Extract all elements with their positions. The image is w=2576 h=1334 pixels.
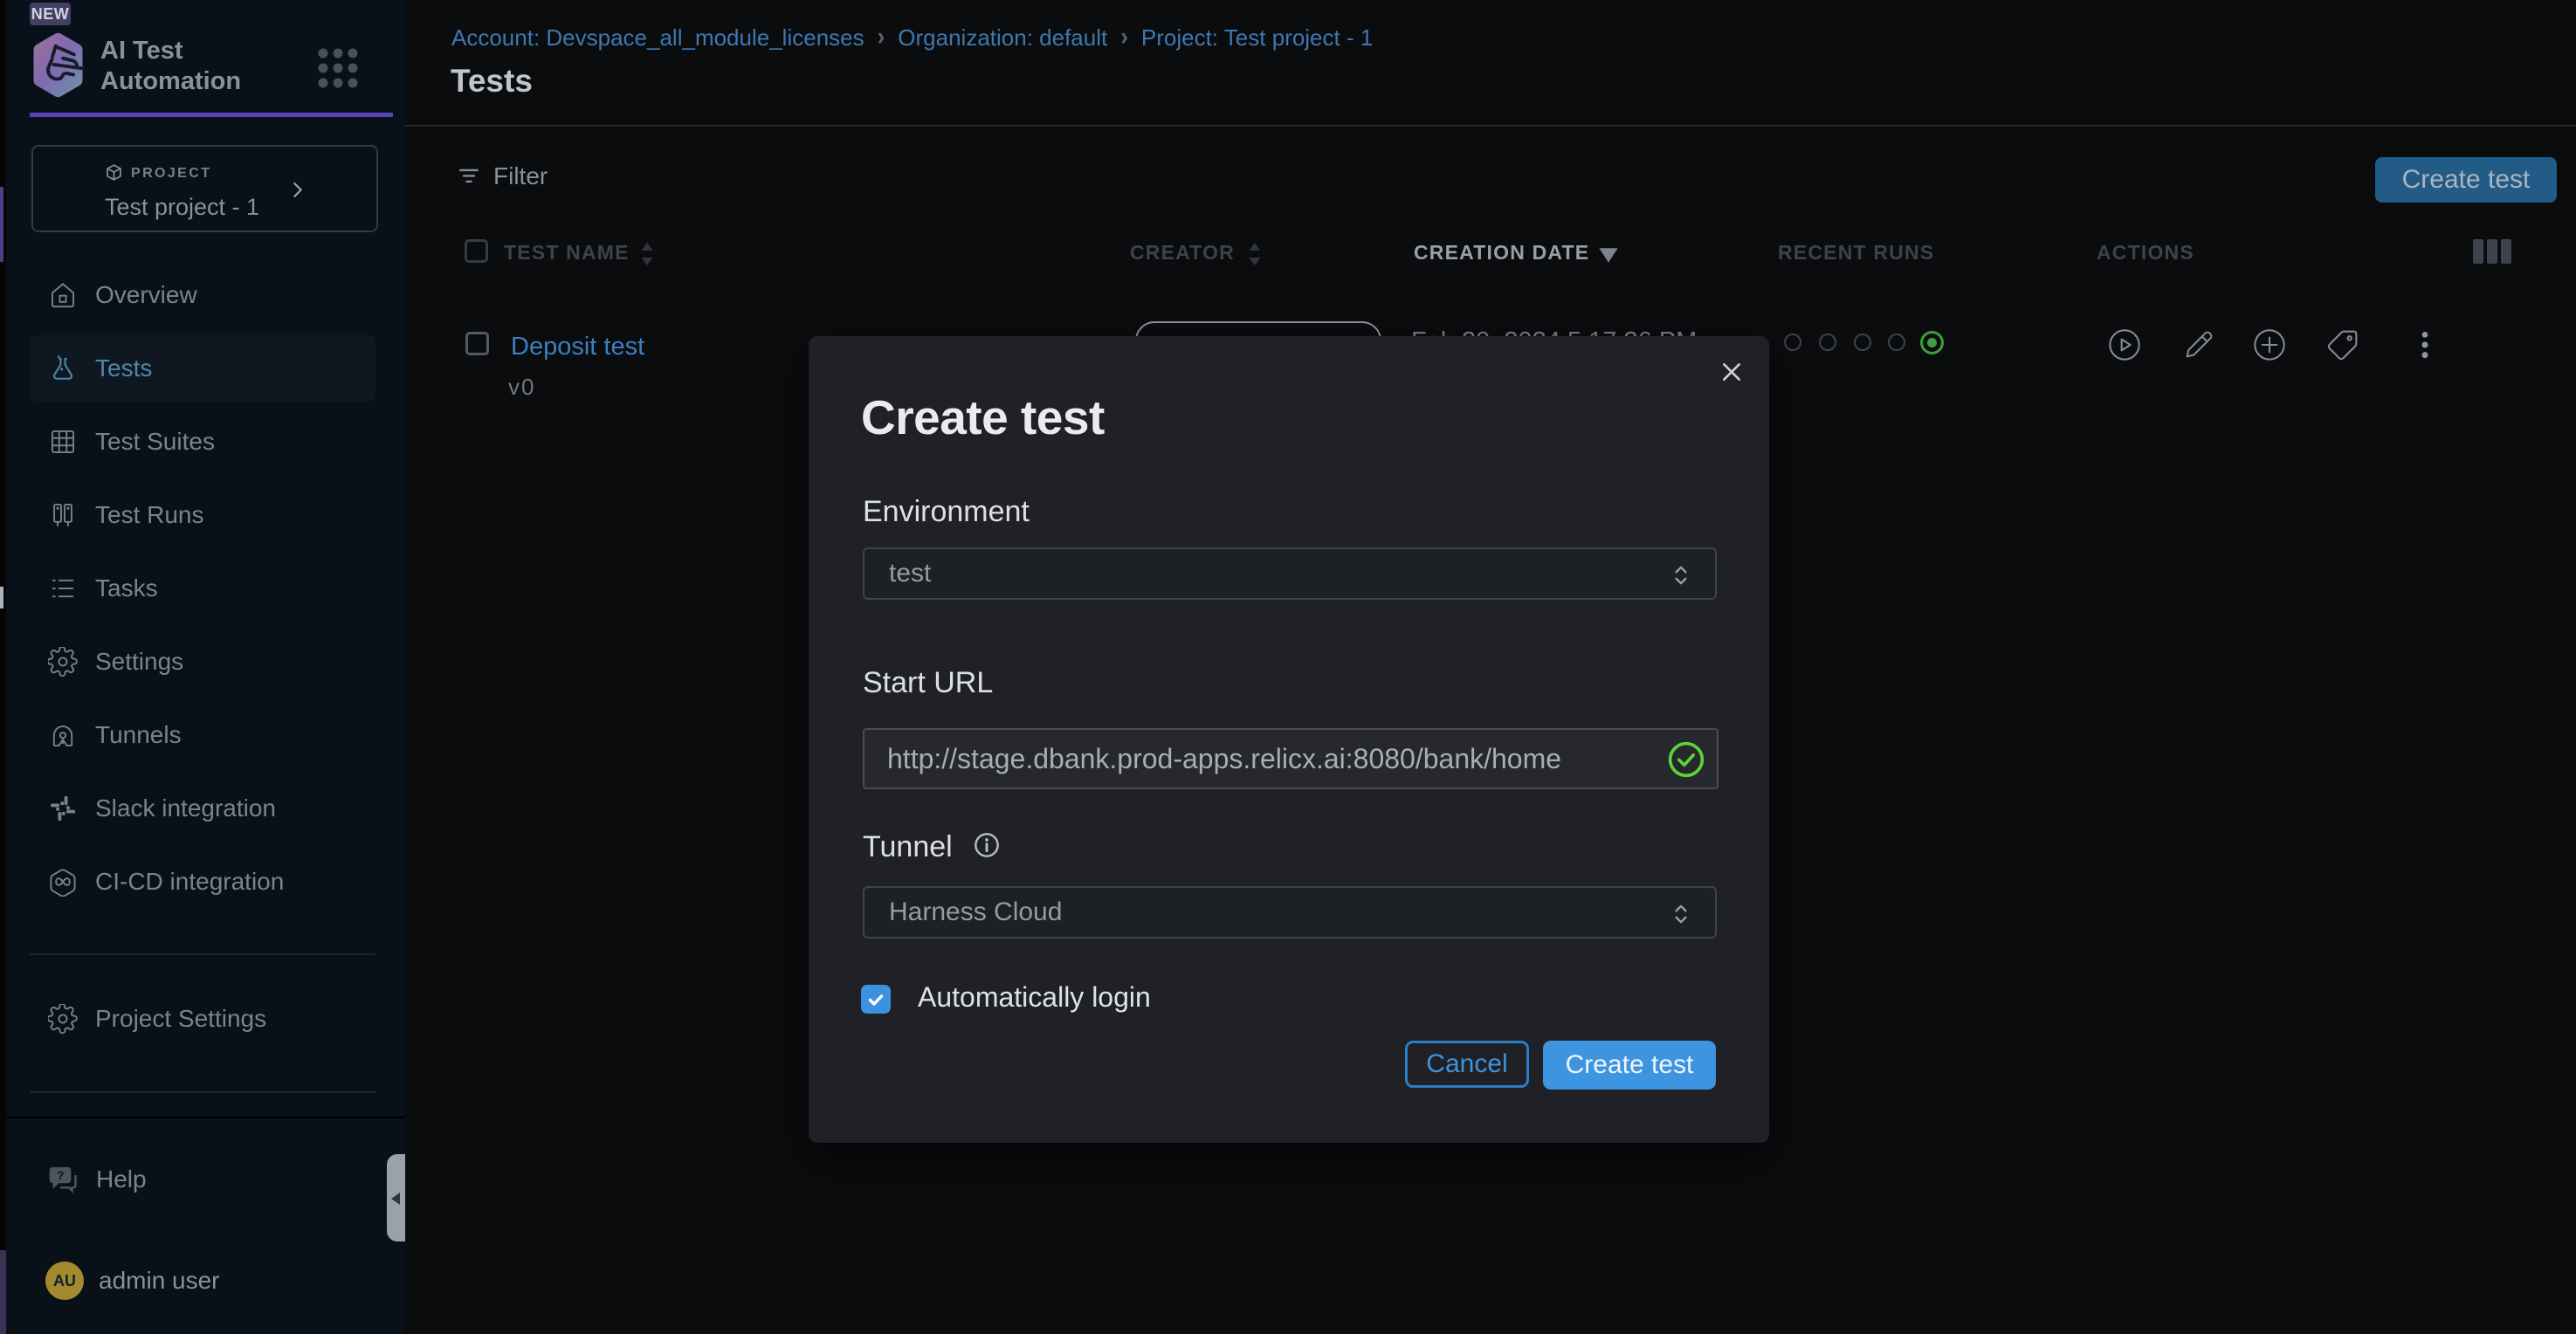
svg-text:?: ?	[57, 1169, 64, 1182]
